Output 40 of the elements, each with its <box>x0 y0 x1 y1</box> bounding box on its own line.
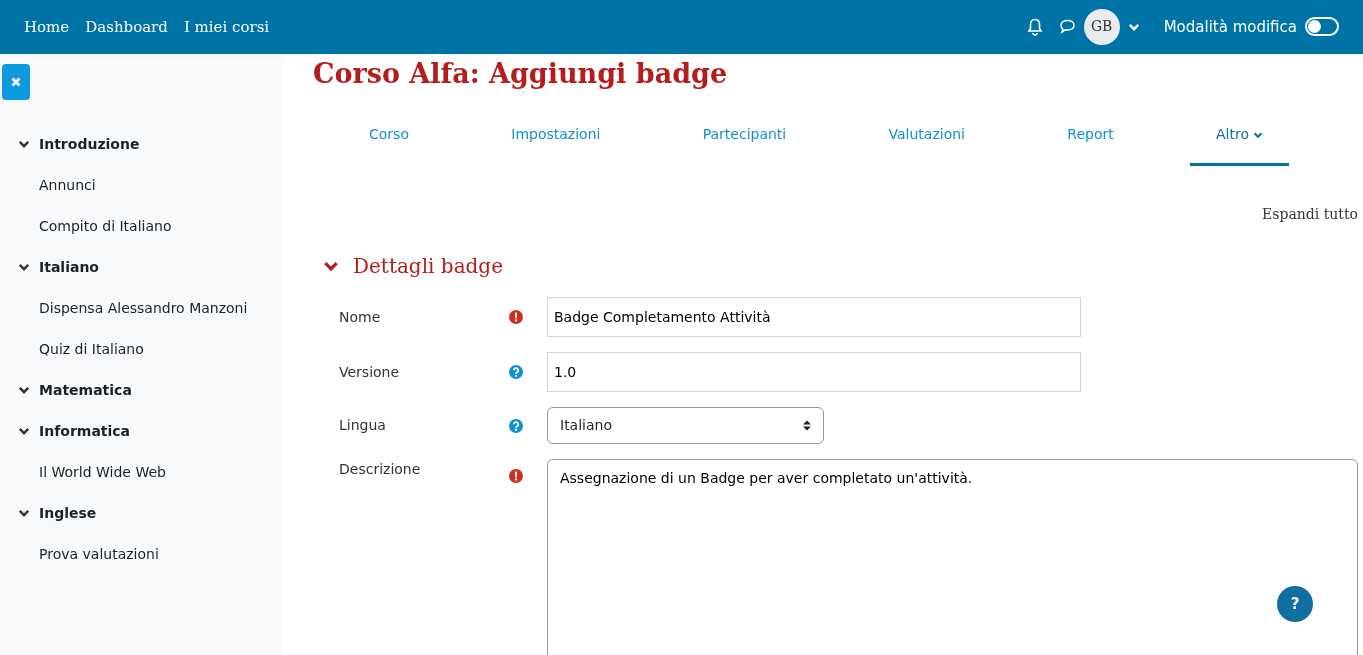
help-icon[interactable] <box>509 418 523 433</box>
sidebar-item[interactable]: Quiz di Italiano <box>39 328 282 370</box>
section-header[interactable]: Dettagli badge <box>323 251 1329 282</box>
field-label: Nome <box>338 307 382 327</box>
nav-link[interactable]: I miei corsi <box>183 15 270 39</box>
language-select[interactable]: Italiano <box>547 407 824 445</box>
sidebar-item[interactable]: Annunci <box>39 164 282 206</box>
nav-tab[interactable]: Valutazioni <box>862 106 991 167</box>
nav-link[interactable]: Home <box>24 15 70 39</box>
sidebar-section[interactable]: Matematica <box>18 369 282 411</box>
sidebar-section[interactable]: Italiano <box>18 246 282 288</box>
sidebar-item[interactable]: Il World Wide Web <box>39 451 282 493</box>
nav-tab[interactable]: Corso <box>343 106 435 167</box>
speech-bubble-icon[interactable] <box>1058 19 1076 35</box>
nav-tab[interactable]: Report <box>1041 106 1140 167</box>
user-avatar[interactable]: GB <box>1083 8 1120 45</box>
expand-all-link[interactable]: Espandi tutto <box>1262 204 1358 226</box>
bell-icon[interactable] <box>1026 17 1043 36</box>
nav-tab[interactable]: Altro <box>1190 106 1289 167</box>
sidebar-section[interactable]: Inglese <box>18 492 282 534</box>
nav-link[interactable]: Dashboard <box>85 15 168 39</box>
sidebar-section[interactable]: Introduzione <box>18 123 282 165</box>
nav-tab[interactable]: Impostazioni <box>485 106 627 167</box>
sidebar-section[interactable]: Informatica <box>18 410 282 452</box>
sort-arrows-icon <box>803 420 811 432</box>
sidebar-item[interactable]: Compito di Italiano <box>39 205 282 247</box>
edit-mode-toggle[interactable] <box>1305 17 1339 37</box>
sidebar-item[interactable]: Prova valutazioni <box>39 533 282 575</box>
sidebar-item[interactable]: Dispensa Alessandro Manzoni <box>39 287 282 329</box>
close-drawer-button[interactable] <box>2 63 30 100</box>
nav-tab[interactable]: Partecipanti <box>676 106 813 167</box>
field-label: Descrizione <box>338 460 422 480</box>
help-icon[interactable] <box>509 365 523 380</box>
field-label: Versione <box>338 362 401 382</box>
page-title: Corso Alfa: Aggiungi badge <box>313 57 729 91</box>
close-icon <box>11 76 21 87</box>
edit-mode-label: Modalità modifica <box>1163 16 1297 38</box>
text-field[interactable]: 1.0 <box>547 352 1081 393</box>
field-label: Lingua <box>338 416 387 436</box>
text-field[interactable]: Badge Completamento Attività <box>547 297 1081 338</box>
